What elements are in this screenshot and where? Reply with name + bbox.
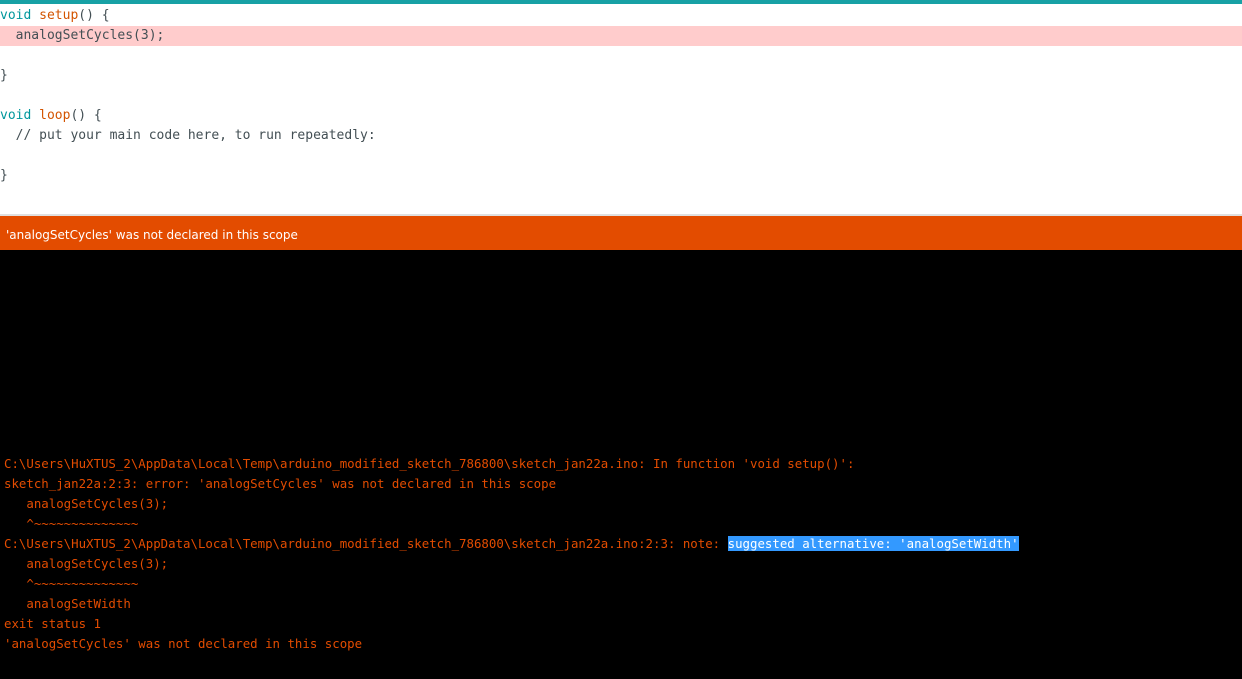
code-punctuation: () { (70, 108, 102, 123)
function-name-loop: loop (39, 108, 71, 123)
closing-brace: } (0, 68, 8, 83)
console-line: exit status 1 (4, 616, 101, 631)
console-line: C:\Users\HuXTUS_2\AppData\Local\Temp\ard… (4, 534, 1019, 554)
console-line: 'analogSetCycles' was not declared in th… (4, 636, 363, 651)
error-status-bar: 'analogSetCycles' was not declared in th… (0, 216, 1242, 250)
code-line[interactable]: } (0, 166, 1242, 186)
output-console[interactable]: C:\Users\HuXTUS_2\AppData\Local\Temp\ard… (0, 250, 1242, 679)
code-editor[interactable]: void setup() { analogSetCycles(3); } voi… (0, 4, 1242, 214)
console-line: ^~~~~~~~~~~~~~~ (4, 576, 139, 591)
error-highlighted-line[interactable]: analogSetCycles(3); (0, 26, 1242, 46)
console-line: analogSetWidth (4, 596, 131, 611)
console-line: sketch_jan22a:2:3: error: 'analogSetCycl… (4, 476, 557, 491)
code-line[interactable]: // put your main code here, to run repea… (0, 126, 1242, 146)
console-note-prefix: C:\Users\HuXTUS_2\AppData\Local\Temp\ard… (4, 536, 728, 551)
ide-window: void setup() { analogSetCycles(3); } voi… (0, 0, 1242, 679)
console-line: analogSetCycles(3); (4, 556, 169, 571)
keyword-void: void (0, 8, 32, 23)
function-name-setup: setup (39, 8, 79, 23)
keyword-void: void (0, 108, 32, 123)
code-line[interactable]: void loop() { (0, 106, 1242, 126)
code-punctuation: () { (78, 8, 110, 23)
closing-brace: } (0, 168, 8, 183)
console-line: analogSetCycles(3); (4, 496, 169, 511)
selected-text[interactable]: suggested alternative: 'analogSetWidth' (727, 536, 1019, 551)
code-statement: analogSetCycles(3); (15, 28, 165, 43)
code-line[interactable]: void setup() { (0, 6, 1242, 26)
code-comment: // put your main code here, to run repea… (15, 128, 376, 143)
code-line[interactable]: } (0, 66, 1242, 86)
console-line: C:\Users\HuXTUS_2\AppData\Local\Temp\ard… (4, 456, 855, 471)
status-message: 'analogSetCycles' was not declared in th… (6, 228, 298, 242)
console-line: ^~~~~~~~~~~~~~~ (4, 516, 139, 531)
